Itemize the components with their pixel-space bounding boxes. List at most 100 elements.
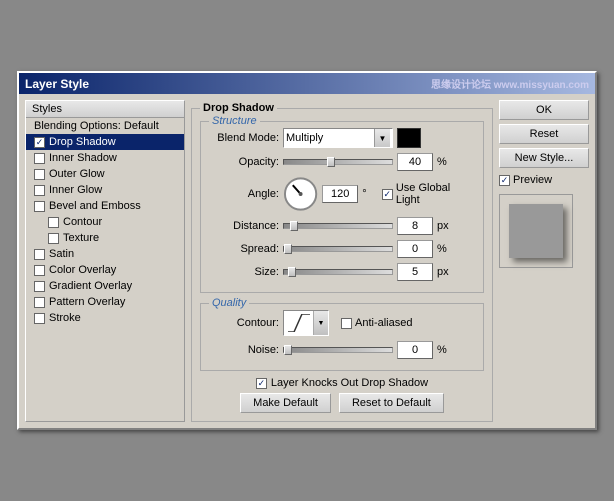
blend-mode-value: Multiply [286, 132, 374, 144]
sidebar-item-color-overlay[interactable]: Color Overlay [26, 262, 184, 278]
sidebar-item-contour[interactable]: Contour [26, 214, 184, 230]
sidebar-item-bevel-emboss[interactable]: Bevel and Emboss [26, 198, 184, 214]
size-label: Size: [209, 266, 279, 278]
size-thumb[interactable] [288, 267, 296, 277]
quality-title: Quality [209, 297, 249, 309]
blend-mode-color-swatch[interactable] [397, 128, 421, 148]
structure-section: Structure Blend Mode: Multiply ▼ Opacity… [200, 121, 484, 293]
right-panel: OK Reset New Style... Preview [499, 100, 589, 422]
styles-header[interactable]: Styles [26, 101, 184, 118]
opacity-slider[interactable] [283, 159, 393, 165]
noise-slider[interactable] [283, 347, 393, 353]
distance-thumb[interactable] [290, 221, 298, 231]
sidebar-item-drop-shadow[interactable]: Drop Shadow [26, 134, 184, 150]
distance-input[interactable] [397, 217, 433, 235]
sidebar-item-gradient-overlay[interactable]: Gradient Overlay [26, 278, 184, 294]
reset-button[interactable]: Reset [499, 124, 589, 144]
layer-knocks-row: Layer Knocks Out Drop Shadow [200, 377, 484, 389]
contour-row: Contour: ▼ Anti-aliased [209, 310, 475, 336]
blending-options-label: Blending Options: Default [34, 120, 159, 132]
spread-input[interactable] [397, 240, 433, 258]
layer-knocks-checkbox[interactable] [256, 378, 267, 389]
bevel-emboss-label: Bevel and Emboss [49, 200, 141, 212]
sidebar-item-pattern-overlay[interactable]: Pattern Overlay [26, 294, 184, 310]
angle-input[interactable] [322, 185, 358, 203]
main-panel: Drop Shadow Structure Blend Mode: Multip… [191, 100, 493, 422]
color-overlay-label: Color Overlay [49, 264, 116, 276]
use-global-light-row: Use Global Light [382, 182, 475, 206]
noise-unit: % [437, 344, 453, 356]
drop-shadow-checkbox[interactable] [34, 137, 45, 148]
distance-unit: px [437, 220, 453, 232]
noise-thumb[interactable] [284, 345, 292, 355]
sidebar-item-inner-shadow[interactable]: Inner Shadow [26, 150, 184, 166]
satin-checkbox[interactable] [34, 249, 45, 260]
sidebar-item-texture[interactable]: Texture [26, 230, 184, 246]
new-style-button[interactable]: New Style... [499, 148, 589, 168]
preview-checkbox[interactable] [499, 175, 510, 186]
quality-section: Quality Contour: ▼ [200, 303, 484, 371]
blend-mode-label: Blend Mode: [209, 132, 279, 144]
outer-glow-label: Outer Glow [49, 168, 105, 180]
distance-row: Distance: px [209, 217, 475, 235]
noise-input[interactable] [397, 341, 433, 359]
opacity-row: Opacity: % [209, 153, 475, 171]
angle-label: Angle: [209, 188, 279, 200]
inner-shadow-checkbox[interactable] [34, 153, 45, 164]
gradient-overlay-label: Gradient Overlay [49, 280, 132, 292]
title-bar: Layer Style 思缘设计论坛 www.missyuan.com [19, 73, 595, 94]
opacity-input[interactable] [397, 153, 433, 171]
preview-inner [509, 204, 563, 258]
layer-style-dialog: Layer Style 思缘设计论坛 www.missyuan.com Styl… [17, 71, 597, 430]
anti-aliased-checkbox[interactable] [341, 318, 352, 329]
spread-unit: % [437, 243, 453, 255]
spread-row: Spread: % [209, 240, 475, 258]
inner-shadow-label: Inner Shadow [49, 152, 117, 164]
preview-box [499, 194, 573, 268]
sidebar-item-stroke[interactable]: Stroke [26, 310, 184, 326]
size-input[interactable] [397, 263, 433, 281]
contour-picker[interactable]: ▼ [283, 310, 329, 336]
blend-mode-arrow[interactable]: ▼ [374, 129, 390, 147]
inner-glow-label: Inner Glow [49, 184, 102, 196]
angle-dial[interactable] [283, 176, 318, 212]
anti-aliased-row: Anti-aliased [341, 317, 412, 329]
use-global-light-checkbox[interactable] [382, 189, 393, 200]
spread-thumb[interactable] [284, 244, 292, 254]
opacity-thumb[interactable] [327, 157, 335, 167]
size-unit: px [437, 266, 453, 278]
ok-button[interactable]: OK [499, 100, 589, 120]
contour-label: Contour: [209, 317, 279, 329]
sidebar-item-blending-options[interactable]: Blending Options: Default [26, 118, 184, 134]
outer-glow-checkbox[interactable] [34, 169, 45, 180]
distance-slider[interactable] [283, 223, 393, 229]
texture-checkbox[interactable] [48, 233, 59, 244]
sidebar-item-satin[interactable]: Satin [26, 246, 184, 262]
dialog-body: Styles Blending Options: Default Drop Sh… [19, 94, 595, 428]
spread-label: Spread: [209, 243, 279, 255]
structure-title: Structure [209, 115, 260, 127]
blend-mode-dropdown[interactable]: Multiply ▼ [283, 128, 393, 148]
reset-to-default-button[interactable]: Reset to Default [339, 393, 444, 413]
contour-dropdown-arrow[interactable]: ▼ [314, 311, 328, 335]
drop-shadow-section-title: Drop Shadow [200, 102, 277, 114]
pattern-overlay-label: Pattern Overlay [49, 296, 125, 308]
pattern-overlay-checkbox[interactable] [34, 297, 45, 308]
layer-knocks-label: Layer Knocks Out Drop Shadow [271, 377, 428, 389]
use-global-light-label: Use Global Light [396, 182, 475, 206]
inner-glow-checkbox[interactable] [34, 185, 45, 196]
angle-row: Angle: ° Use Global Light [209, 176, 475, 212]
stroke-checkbox[interactable] [34, 313, 45, 324]
contour-preview[interactable] [284, 311, 314, 335]
spread-slider[interactable] [283, 246, 393, 252]
contour-checkbox[interactable] [48, 217, 59, 228]
color-overlay-checkbox[interactable] [34, 265, 45, 276]
satin-label: Satin [49, 248, 74, 260]
gradient-overlay-checkbox[interactable] [34, 281, 45, 292]
bevel-emboss-checkbox[interactable] [34, 201, 45, 212]
sidebar-item-outer-glow[interactable]: Outer Glow [26, 166, 184, 182]
size-slider[interactable] [283, 269, 393, 275]
sidebar-item-inner-glow[interactable]: Inner Glow [26, 182, 184, 198]
angle-unit: ° [362, 188, 378, 200]
make-default-button[interactable]: Make Default [240, 393, 331, 413]
